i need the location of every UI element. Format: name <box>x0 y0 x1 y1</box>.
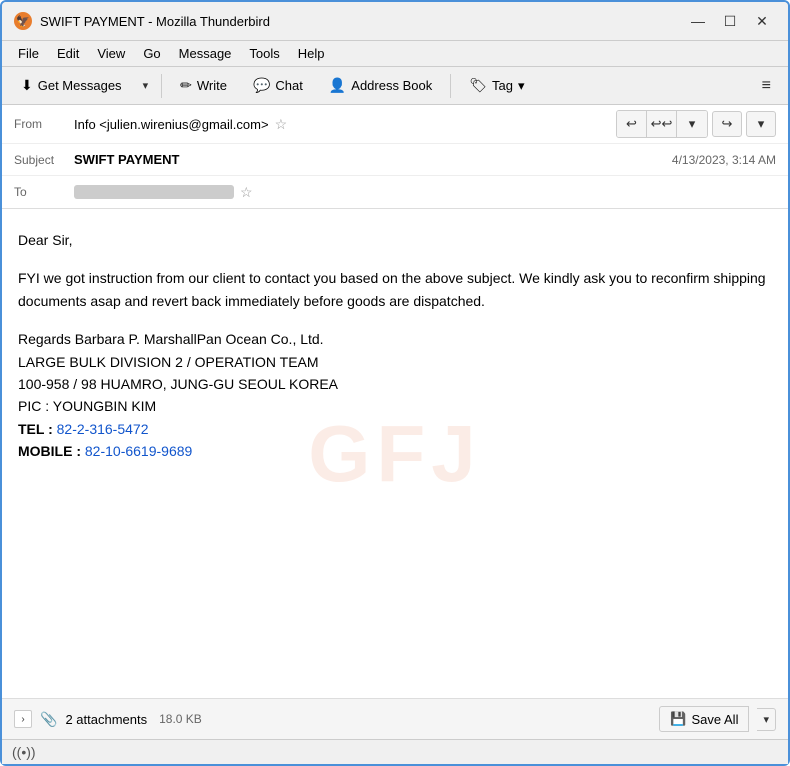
to-star-icon[interactable]: ☆ <box>240 184 253 201</box>
reply-dropdown[interactable]: ▾ <box>677 111 707 137</box>
menu-message[interactable]: Message <box>171 43 240 64</box>
minimize-button[interactable]: — <box>684 10 712 32</box>
save-all-button[interactable]: 💾 Save All <box>659 706 749 732</box>
main-window: 🦅 SWIFT PAYMENT - Mozilla Thunderbird — … <box>0 0 790 766</box>
attachment-count: 2 attachments <box>65 712 147 727</box>
toolbar: ⬇ Get Messages ▾ ✏ Write 💬 Chat 👤 Addres… <box>2 67 788 105</box>
email-content: Dear Sir, FYI we got instruction from ou… <box>18 229 772 463</box>
body-paragraph-1: FYI we got instruction from our client t… <box>18 267 772 312</box>
regards-line: Regards Barbara P. MarshallPan Ocean Co.… <box>18 328 772 462</box>
write-label: Write <box>197 78 227 93</box>
save-all-dropdown-button[interactable]: ▾ <box>757 708 776 731</box>
close-button[interactable]: ✕ <box>748 10 776 32</box>
mobile-line: MOBILE : 82-10-6619-9689 <box>18 443 192 459</box>
titlebar: 🦅 SWIFT PAYMENT - Mozilla Thunderbird — … <box>2 2 788 41</box>
forward-button[interactable]: ↪ <box>712 111 742 137</box>
subject-row: Subject SWIFT PAYMENT 4/13/2023, 3:14 AM <box>2 144 788 176</box>
email-date: 4/13/2023, 3:14 AM <box>672 153 776 167</box>
from-address: Info <julien.wirenius@gmail.com> <box>74 117 269 132</box>
tel-line: TEL : 82-2-316-5472 <box>18 421 149 437</box>
get-messages-button[interactable]: ⬇ Get Messages <box>10 72 133 99</box>
chat-icon: 💬 <box>253 77 270 94</box>
greeting: Dear Sir, <box>18 229 772 251</box>
mobile-link[interactable]: 82-10-6619-9689 <box>85 443 192 459</box>
separator-1 <box>161 74 162 98</box>
menubar: File Edit View Go Message Tools Help <box>2 41 788 67</box>
tag-label: Tag <box>492 78 513 93</box>
separator-2 <box>450 74 451 98</box>
chat-label: Chat <box>275 78 302 93</box>
menu-file[interactable]: File <box>10 43 47 64</box>
nav-buttons: ↩ ↩↩ ▾ ↪ ▾ <box>616 110 776 138</box>
reply-button[interactable]: ↩ <box>617 111 647 137</box>
reply-group: ↩ ↩↩ ▾ <box>616 110 708 138</box>
get-messages-dropdown[interactable]: ▾ <box>137 74 155 97</box>
address-book-label: Address Book <box>351 78 432 93</box>
hamburger-menu-button[interactable]: ≡ <box>753 73 780 99</box>
tag-button[interactable]: 🏷 Tag ▾ <box>458 72 535 99</box>
reply-all-button[interactable]: ↩↩ <box>647 111 677 137</box>
address-book-icon: 👤 <box>329 77 346 94</box>
write-button[interactable]: ✏ Write <box>169 72 238 99</box>
connection-icon: ((•)) <box>12 744 36 760</box>
menu-help[interactable]: Help <box>290 43 333 64</box>
from-row: From Info <julien.wirenius@gmail.com> ☆ … <box>2 105 788 144</box>
get-messages-label: Get Messages <box>38 78 122 93</box>
from-label: From <box>14 117 74 131</box>
star-icon[interactable]: ☆ <box>275 116 288 133</box>
menu-view[interactable]: View <box>89 43 133 64</box>
email-body: GFJ Dear Sir, FYI we got instruction fro… <box>2 209 788 698</box>
subject-label: Subject <box>14 153 74 167</box>
recipient-blurred <box>74 185 234 199</box>
to-value: ☆ <box>74 184 776 201</box>
to-label: To <box>14 185 74 199</box>
menu-edit[interactable]: Edit <box>49 43 87 64</box>
tag-icon: 🏷 <box>469 77 487 94</box>
titlebar-left: 🦅 SWIFT PAYMENT - Mozilla Thunderbird <box>14 12 270 30</box>
email-header: From Info <julien.wirenius@gmail.com> ☆ … <box>2 105 788 209</box>
tag-dropdown-arrow: ▾ <box>518 78 525 94</box>
paperclip-icon: 📎 <box>40 711 57 728</box>
menu-go[interactable]: Go <box>135 43 168 64</box>
chat-button[interactable]: 💬 Chat <box>242 72 314 99</box>
attachments-expand-button[interactable]: › <box>14 710 32 728</box>
address-book-button[interactable]: 👤 Address Book <box>318 72 443 99</box>
save-icon: 💾 <box>670 711 686 727</box>
write-icon: ✏ <box>180 77 192 94</box>
forward-dropdown[interactable]: ▾ <box>746 111 776 137</box>
subject-value: SWIFT PAYMENT <box>74 152 672 167</box>
menu-tools[interactable]: Tools <box>241 43 287 64</box>
tel-link[interactable]: 82-2-316-5472 <box>57 421 149 437</box>
attachment-size: 18.0 KB <box>159 712 202 726</box>
maximize-button[interactable]: ☐ <box>716 10 744 32</box>
attachments-bar: › 📎 2 attachments 18.0 KB 💾 Save All ▾ <box>2 698 788 739</box>
get-messages-icon: ⬇ <box>21 77 33 94</box>
window-controls: — ☐ ✕ <box>684 10 776 32</box>
from-value: Info <julien.wirenius@gmail.com> ☆ <box>74 116 616 133</box>
to-row: To ☆ <box>2 176 788 208</box>
statusbar: ((•)) <box>2 739 788 764</box>
window-title: SWIFT PAYMENT - Mozilla Thunderbird <box>40 14 270 29</box>
save-all-label: Save All <box>691 712 738 727</box>
app-icon: 🦅 <box>14 12 32 30</box>
